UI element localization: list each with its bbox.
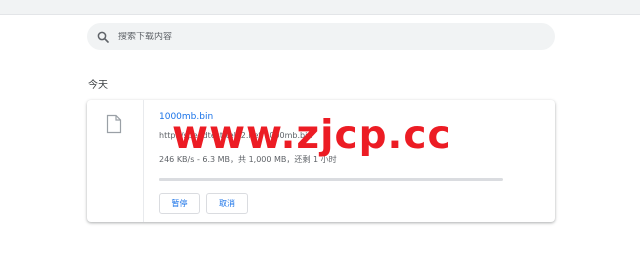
pause-button[interactable]: 暂停: [159, 193, 200, 214]
search-icon: [96, 30, 110, 44]
download-file-name-link[interactable]: 1000mb.bin: [159, 112, 213, 122]
download-status-text: 246 KB/s - 6.3 MB，共 1,000 MB，还剩 1 小时: [159, 155, 337, 164]
search-input[interactable]: [118, 31, 538, 42]
search-bar[interactable]: [87, 23, 555, 50]
file-icon: [106, 114, 122, 134]
cancel-button[interactable]: 取消: [206, 193, 248, 214]
download-progress-fill: [159, 178, 162, 181]
file-icon-column: [87, 100, 144, 222]
download-progress-bar: [159, 178, 503, 181]
section-date-label: 今天: [88, 80, 108, 91]
top-toolbar-strip: [0, 0, 640, 15]
download-source-url[interactable]: http://speedtest.tele2.net/1000mb.bin: [159, 131, 312, 140]
